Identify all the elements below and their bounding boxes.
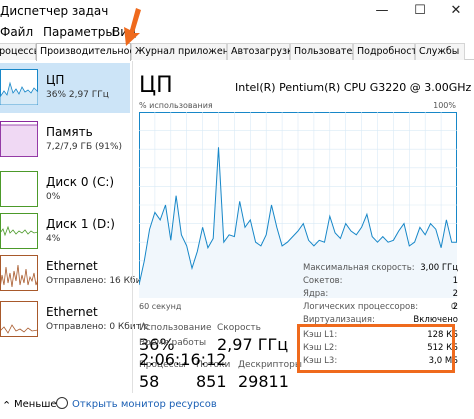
detail-label: Сокетов:: [303, 276, 343, 286]
fewer-details-link[interactable]: Меньше: [14, 399, 57, 410]
disk1-thumbnail-graph: [0, 213, 38, 249]
speed-label: Скорость: [217, 323, 261, 333]
detail-value: 3,00 ГГц: [420, 263, 458, 273]
status-bar: ⌃ Меньше Открыть монитор ресурсов: [0, 393, 474, 419]
detail-value: 1: [452, 276, 458, 286]
detail-label: Логических процессоров:: [303, 302, 419, 312]
tab-services[interactable]: Службы: [415, 43, 465, 60]
detail-value: 2: [452, 302, 458, 312]
annotation-arrow-icon: [124, 8, 141, 46]
cache-highlight-box: [297, 324, 455, 373]
tab-processes[interactable]: Процессы: [0, 43, 41, 60]
app-title: Диспетчер задач: [0, 4, 109, 18]
menu-bar: Файл Параметры Вид: [0, 24, 474, 42]
maximize-button[interactable]: ☐: [404, 0, 436, 22]
sidebar-item-cpu[interactable]: ЦП 36% 2,97 ГГц: [0, 63, 130, 113]
speed-value: 2,97 ГГц: [217, 335, 289, 354]
ethernet1-thumbnail-graph: [0, 255, 38, 291]
cpu-model: Intel(R) Pentium(R) CPU G3220 @ 3.00GHz: [235, 81, 472, 94]
detail-label: Максимальная скорость:: [303, 263, 415, 273]
processes-value: 58: [139, 372, 160, 391]
detail-value: 2: [452, 289, 458, 299]
chevron-up-icon[interactable]: ⌃: [2, 399, 11, 412]
utilization-label: Использование: [139, 323, 212, 333]
sidebar-item-sub: 0%: [46, 192, 61, 202]
sidebar-item-label: Память: [46, 125, 93, 139]
handles-label: Дескрипторы: [238, 360, 302, 370]
disk0-thumbnail-graph: [0, 171, 38, 207]
ethernet2-thumbnail-graph: [0, 301, 38, 337]
detail-label: Ядра:: [303, 289, 329, 299]
menu-file[interactable]: Файл: [0, 25, 33, 39]
sidebar-item-label: Ethernet: [46, 259, 98, 273]
sidebar-item-sub: 4%: [46, 234, 61, 244]
resource-monitor-icon: [56, 397, 68, 409]
tab-bar: Процессы Производительность Журнал прило…: [0, 42, 474, 61]
graph-y-label: % использования: [139, 101, 213, 110]
open-resource-monitor-link[interactable]: Открыть монитор ресурсов: [72, 399, 217, 410]
title-bar: Диспетчер задач — ☐ ✕: [0, 0, 474, 24]
sidebar-item-label: Ethernet: [46, 305, 98, 319]
sidebar-item-ethernet-1[interactable]: Ethernet Отправлено: 16 Кбит/с: [0, 249, 155, 299]
panel-title: ЦП: [139, 73, 173, 98]
threads-value: 851: [196, 372, 227, 391]
graph-y-max: 100%: [433, 101, 456, 110]
menu-options[interactable]: Параметры: [43, 25, 115, 39]
tab-details[interactable]: Подробности: [353, 43, 423, 60]
sidebar-item-label: Диск 0 (C:): [46, 175, 115, 189]
uptime-label: Время работы: [139, 338, 207, 348]
uptime-value: 2:06:16:12: [139, 350, 227, 369]
cpu-thumbnail-graph: [0, 69, 38, 105]
close-button[interactable]: ✕: [440, 0, 472, 22]
sidebar-item-label: ЦП: [46, 73, 65, 87]
sidebar-item-memory[interactable]: Память 7,2/7,9 ГБ (91%): [0, 115, 130, 165]
tab-startup[interactable]: Автозагрузка: [227, 43, 299, 60]
sidebar-item-sub: 36% 2,97 ГГц: [46, 90, 109, 100]
minimize-button[interactable]: —: [366, 0, 398, 22]
handles-value: 29811: [238, 372, 289, 391]
sidebar-item-sub: 7,2/7,9 ГБ (91%): [46, 142, 123, 152]
sidebar-item-ethernet-2[interactable]: Ethernet Отправлено: 0 Кбит/с: [0, 295, 149, 345]
tab-users[interactable]: Пользователи: [290, 43, 365, 60]
graph-x-start: 60 секунд: [139, 302, 182, 311]
sidebar-item-label: Диск 1 (D:): [46, 217, 115, 231]
memory-thumbnail-graph: [0, 121, 38, 157]
resource-sidebar: ЦП 36% 2,97 ГГц Память 7,2/7,9 ГБ (91%) …: [0, 61, 155, 393]
